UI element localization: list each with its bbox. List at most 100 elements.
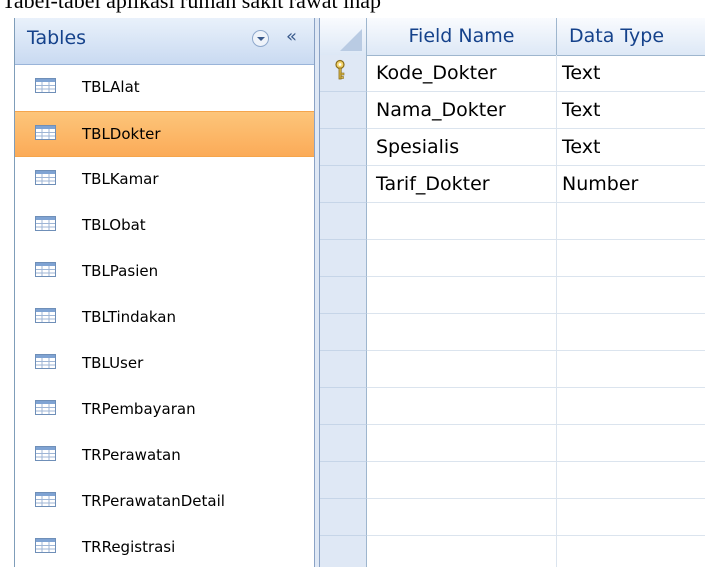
table-row[interactable]	[320, 536, 705, 567]
nav-item-tbluser[interactable]: TBLUser	[15, 341, 315, 387]
select-all-corner[interactable]	[320, 18, 367, 55]
data-type-cell[interactable]	[557, 277, 705, 314]
nav-title: Tables	[27, 27, 87, 49]
table-icon	[35, 354, 56, 369]
table-icon	[35, 262, 56, 277]
row-selector[interactable]	[320, 425, 367, 462]
nav-item-tblalat[interactable]: TBLAlat	[15, 65, 315, 111]
field-name-cell[interactable]	[367, 240, 557, 277]
data-type-cell[interactable]: Number	[557, 166, 705, 203]
field-name-cell[interactable]	[367, 462, 557, 499]
field-name-cell[interactable]	[367, 277, 557, 314]
data-type-cell[interactable]	[557, 536, 705, 567]
row-selector[interactable]	[320, 388, 367, 425]
field-name-cell[interactable]: Tarif_Dokter	[367, 166, 557, 203]
table-icon	[35, 538, 56, 553]
data-type-cell[interactable]: Text	[557, 55, 705, 92]
field-name-cell[interactable]: Kode_Dokter	[367, 55, 557, 92]
field-name-cell[interactable]	[367, 499, 557, 536]
chevron-down-icon[interactable]	[252, 30, 269, 47]
field-name-cell[interactable]	[367, 388, 557, 425]
field-name-cell[interactable]	[367, 536, 557, 567]
data-type-cell[interactable]	[557, 388, 705, 425]
row-selector[interactable]	[320, 166, 367, 203]
field-name-cell[interactable]	[367, 351, 557, 388]
nav-item-label: TRPerawatanDetail	[82, 492, 225, 510]
field-name-cell[interactable]: Nama_Dokter	[367, 92, 557, 129]
nav-item-tblkamar[interactable]: TBLKamar	[15, 157, 315, 203]
field-name-cell[interactable]	[367, 203, 557, 240]
nav-item-tblpasien[interactable]: TBLPasien	[15, 249, 315, 295]
column-header-data-type[interactable]: Data Type	[557, 18, 705, 55]
row-selector[interactable]	[320, 55, 367, 92]
data-type-cell[interactable]	[557, 240, 705, 277]
nav-item-trperawatan[interactable]: TRPerawatan	[15, 433, 315, 479]
table-icon	[35, 400, 56, 415]
table-row[interactable]: Spesialis Text	[320, 129, 705, 166]
nav-item-label: TBLUser	[82, 354, 144, 372]
data-type-cell[interactable]: Text	[557, 92, 705, 129]
table-row[interactable]	[320, 462, 705, 499]
table-design-grid: Field Name Data Type Kode_Dokter Text Nama…	[320, 18, 705, 567]
table-list: TBLAlat TBLDokter TBLKamar TBLObat TBLPasien…	[15, 65, 315, 567]
table-row[interactable]: Kode_Dokter Text	[320, 55, 705, 92]
table-icon	[35, 308, 56, 323]
nav-item-label: TBLDokter	[82, 125, 161, 143]
collapse-pane-icon[interactable]: «	[286, 26, 297, 47]
table-row[interactable]	[320, 351, 705, 388]
table-icon	[35, 170, 56, 185]
table-row[interactable]	[320, 277, 705, 314]
data-type-cell[interactable]	[557, 499, 705, 536]
table-row[interactable]	[320, 240, 705, 277]
row-selector[interactable]	[320, 129, 367, 166]
nav-item-trregistrasi[interactable]: TRRegistrasi	[15, 525, 315, 567]
data-type-cell[interactable]	[557, 314, 705, 351]
row-selector[interactable]	[320, 240, 367, 277]
nav-item-trperawatandetail[interactable]: TRPerawatanDetail	[15, 479, 315, 525]
nav-item-label: TBLPasien	[82, 262, 159, 280]
table-row[interactable]: Tarif_Dokter Number	[320, 166, 705, 203]
data-type-cell[interactable]	[557, 425, 705, 462]
data-type-cell[interactable]	[557, 462, 705, 499]
document-text: Tabel-tabel aplikasi rumah sakit rawat i…	[2, 0, 382, 13]
nav-item-tbltindakan[interactable]: TBLTindakan	[15, 295, 315, 341]
table-icon	[35, 492, 56, 507]
data-type-cell[interactable]	[557, 203, 705, 240]
table-row[interactable]	[320, 388, 705, 425]
table-row[interactable]	[320, 314, 705, 351]
table-icon	[35, 78, 56, 93]
table-row[interactable]	[320, 499, 705, 536]
row-selector[interactable]	[320, 203, 367, 240]
nav-item-tbldokter[interactable]: TBLDokter	[15, 111, 315, 157]
nav-item-label: TBLKamar	[82, 170, 159, 188]
nav-item-label: TBLObat	[82, 216, 146, 234]
row-selector[interactable]	[320, 462, 367, 499]
field-name-cell[interactable]: Spesialis	[367, 129, 557, 166]
row-selector[interactable]	[320, 499, 367, 536]
table-icon	[35, 125, 56, 140]
nav-item-label: TRRegistrasi	[82, 538, 176, 556]
row-selector[interactable]	[320, 351, 367, 388]
table-row[interactable]: Nama_Dokter Text	[320, 92, 705, 129]
nav-item-trpembayaran[interactable]: TRPembayaran	[15, 387, 315, 433]
row-selector[interactable]	[320, 277, 367, 314]
table-icon	[35, 216, 56, 231]
table-row[interactable]	[320, 203, 705, 240]
nav-item-label: TBLAlat	[82, 78, 140, 96]
field-name-cell[interactable]	[367, 425, 557, 462]
table-row[interactable]	[320, 425, 705, 462]
field-name-cell[interactable]	[367, 314, 557, 351]
nav-header[interactable]: Tables «	[15, 18, 315, 65]
row-selector[interactable]	[320, 92, 367, 129]
data-type-cell[interactable]: Text	[557, 129, 705, 166]
primary-key-icon	[332, 59, 348, 81]
row-selector[interactable]	[320, 536, 367, 567]
data-type-cell[interactable]	[557, 351, 705, 388]
document-text-strip: Tabel-tabel aplikasi rumah sakit rawat i…	[0, 0, 705, 14]
row-selector[interactable]	[320, 314, 367, 351]
navigation-pane: Tables « TBLAlat TBLDokter TBLKamar TBLObat…	[14, 18, 315, 567]
nav-item-tblobat[interactable]: TBLObat	[15, 203, 315, 249]
table-icon	[35, 446, 56, 461]
column-header-field-name[interactable]: Field Name	[367, 18, 557, 55]
grid-header-row: Field Name Data Type	[320, 18, 705, 56]
